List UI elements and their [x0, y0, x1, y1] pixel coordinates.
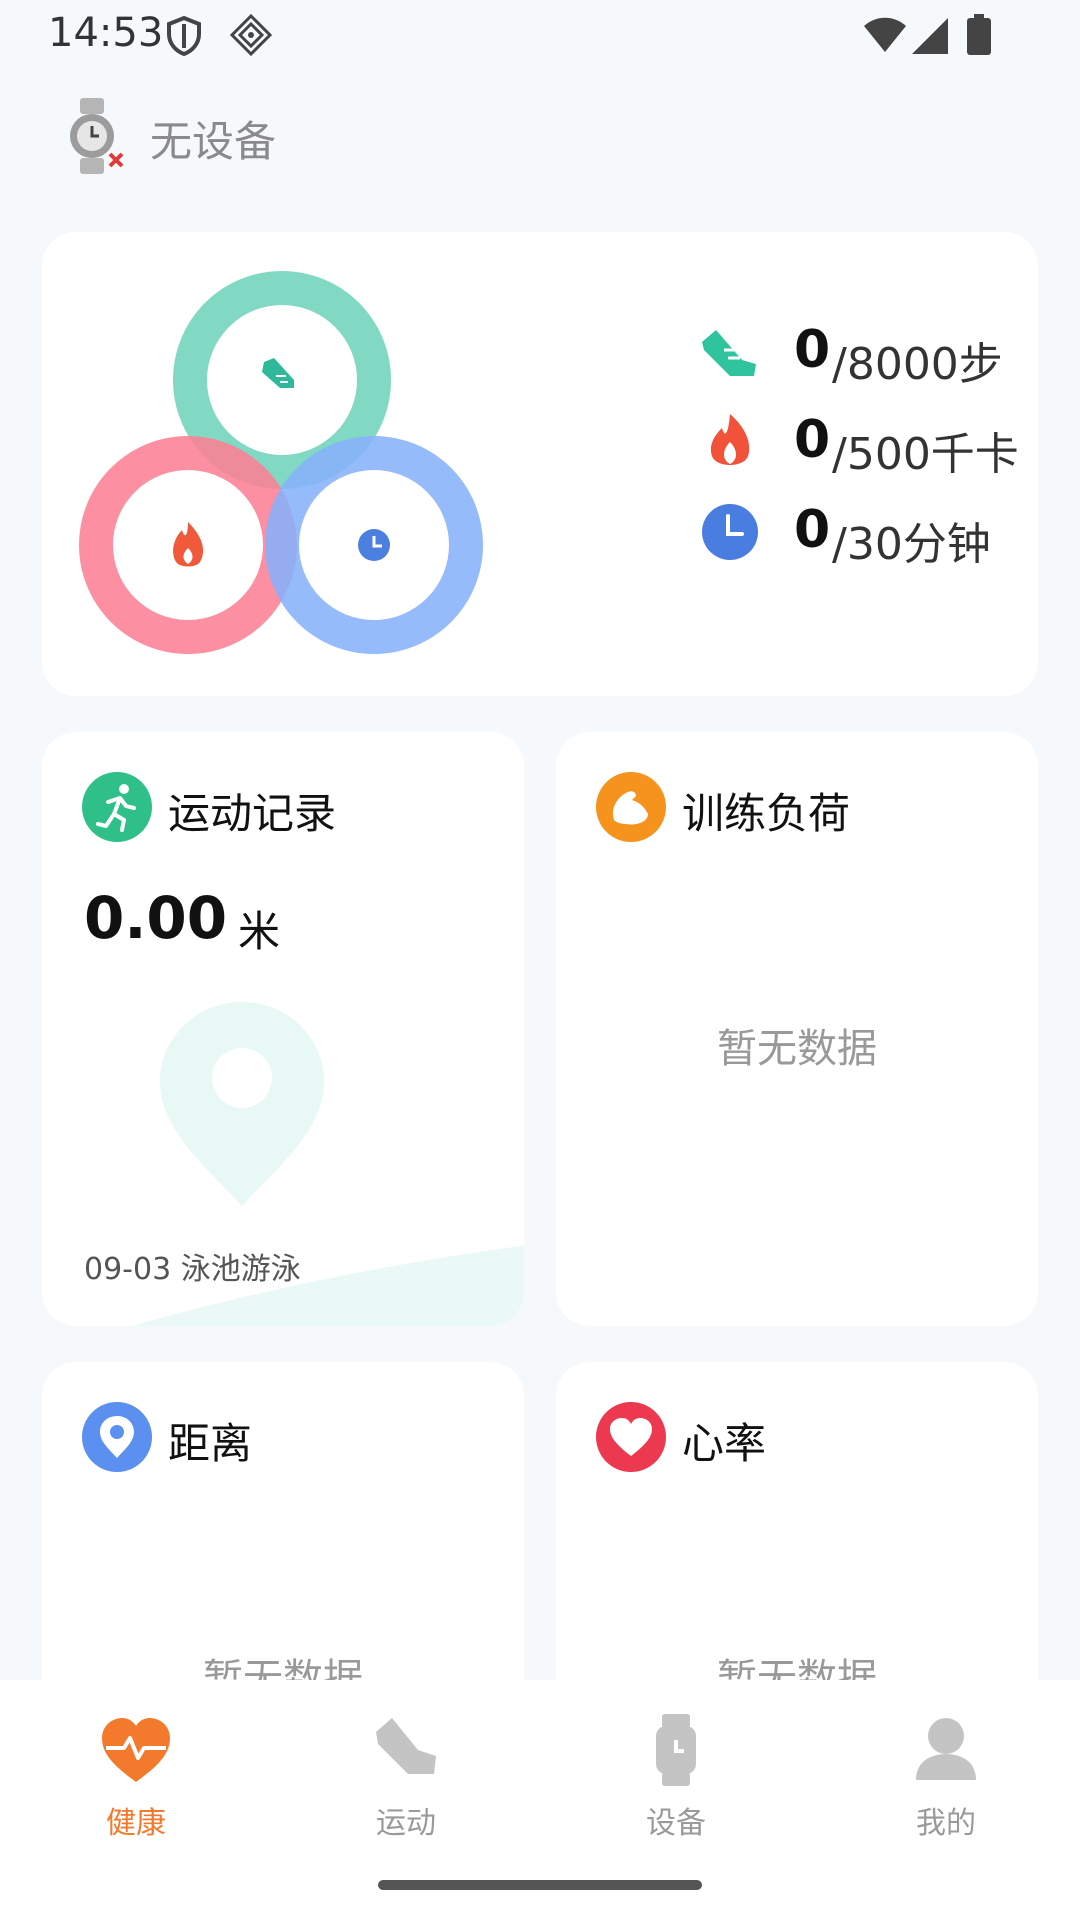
steps-stat: 0 /8000步 [698, 312, 1058, 392]
calories-goal: /500千卡 [832, 429, 1019, 480]
steps-value: 0 [794, 320, 831, 380]
device-label: 无设备 [150, 117, 277, 166]
shield-icon [167, 16, 201, 56]
status-time: 14:53 [48, 10, 164, 56]
device-status[interactable]: 无设备 [62, 96, 662, 176]
shoe-icon [702, 330, 756, 376]
location-pin-icon [82, 1402, 152, 1472]
signal-icon [912, 18, 948, 54]
watch-disconnected-icon [70, 98, 124, 174]
tab-sport[interactable]: 运动 [326, 1710, 486, 1841]
running-icon [82, 772, 152, 842]
home-indicator[interactable] [378, 1880, 702, 1890]
exercise-record-title: 运动记录 [168, 789, 337, 838]
heart-icon [596, 1402, 666, 1472]
shoe-icon [376, 1718, 436, 1774]
tab-device-label: 设备 [646, 1806, 706, 1841]
distance-title: 距离 [168, 1419, 253, 1468]
user-icon [916, 1718, 976, 1780]
tab-device[interactable]: 设备 [596, 1710, 756, 1841]
activity-rings-card[interactable]: 0 /8000步 0 /500千卡 0 /30分钟 [42, 232, 1038, 696]
clock-icon [702, 504, 758, 560]
distance-value: 0.00 [84, 884, 228, 952]
distance-unit: 米 [238, 907, 281, 956]
calories-stat: 0 /500千卡 [698, 402, 1058, 482]
watch-icon [656, 1714, 696, 1786]
training-load-title: 训练负荷 [682, 789, 851, 838]
tab-health[interactable]: 健康 [56, 1710, 216, 1841]
wifi-icon [864, 17, 906, 52]
calories-value: 0 [794, 410, 831, 470]
heart-rate-title: 心率 [682, 1419, 767, 1468]
exercise-record-card[interactable]: 运动记录 0.00 米 09-03 泳池游泳 [42, 732, 524, 1326]
tab-sport-label: 运动 [376, 1806, 436, 1841]
muscle-icon [596, 772, 666, 842]
last-exercise: 09-03 泳池游泳 [84, 1252, 301, 1287]
training-load-card[interactable]: 训练负荷 暂无数据 [556, 732, 1038, 1326]
training-load-empty: 暂无数据 [717, 1026, 877, 1072]
battery-icon [967, 14, 991, 55]
ring-flame-icon [173, 522, 204, 567]
status-bar: 14:53 [0, 0, 1080, 70]
ring-shoe-icon [262, 358, 294, 388]
tab-mine[interactable]: 我的 [866, 1710, 1026, 1841]
minutes-value: 0 [794, 500, 831, 560]
heart-pulse-icon [102, 1718, 170, 1782]
tab-health-label: 健康 [106, 1806, 166, 1841]
activity-rings [79, 271, 483, 654]
steps-goal: /8000步 [832, 339, 1003, 390]
minutes-goal: /30分钟 [832, 519, 991, 570]
minutes-stat: 0 /30分钟 [698, 492, 1058, 572]
diamond-app-icon [230, 14, 272, 56]
ring-clock-icon [358, 529, 390, 561]
tab-mine-label: 我的 [916, 1806, 976, 1841]
flame-icon [710, 414, 750, 465]
